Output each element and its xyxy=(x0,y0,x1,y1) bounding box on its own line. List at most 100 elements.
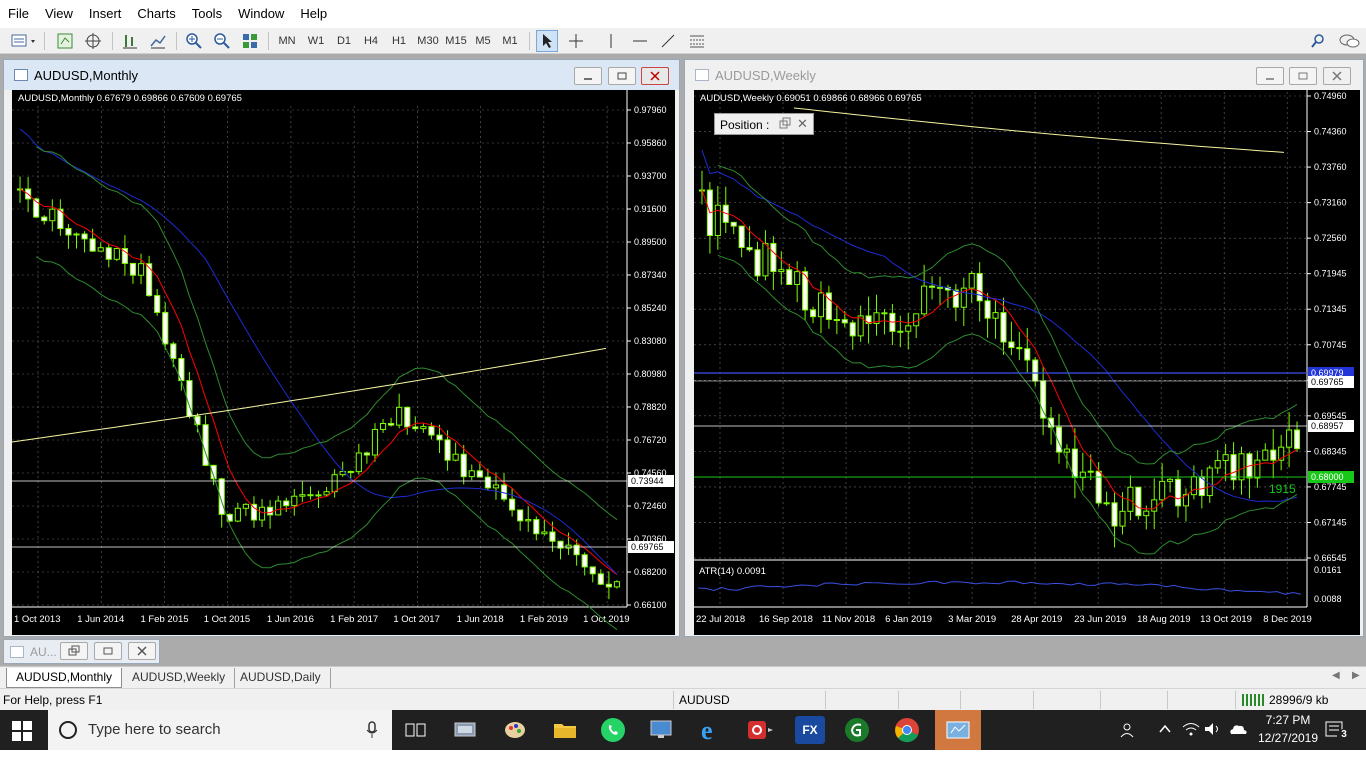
vertical-line-icon[interactable] xyxy=(600,30,622,52)
people-icon[interactable] xyxy=(1120,722,1136,741)
chart-window-monthly[interactable]: AUDUSD,Monthly 0.97960 0.95860 0.93700 0.91… xyxy=(3,59,680,637)
close-panel-icon[interactable]: ✕ xyxy=(797,116,808,132)
microphone-icon[interactable] xyxy=(366,721,378,742)
timeframe-h4[interactable]: H4 xyxy=(360,30,382,52)
new-chart-icon[interactable] xyxy=(8,30,38,52)
task-view-icon[interactable] xyxy=(402,716,430,744)
paint-icon[interactable] xyxy=(501,716,529,744)
profiles-icon[interactable] xyxy=(54,30,76,52)
menu-window[interactable]: Window xyxy=(230,0,292,28)
close-button[interactable] xyxy=(1323,67,1351,85)
bar-chart-icon[interactable] xyxy=(119,30,141,52)
search-icon[interactable] xyxy=(1307,30,1329,52)
chart-plot-weekly[interactable]: 0.74960 0.74360 0.73760 0.73160 0.72560 0.719… xyxy=(694,90,1360,635)
window-titlebar[interactable]: AUDUSD,Weekly xyxy=(685,60,1363,90)
menu-help[interactable]: Help xyxy=(292,0,335,28)
candle-body xyxy=(738,225,745,249)
window-titlebar[interactable]: AUDUSD,Monthly xyxy=(4,60,679,90)
network-drive-icon[interactable] xyxy=(452,716,480,744)
candle-body xyxy=(509,498,516,511)
bid-label: 0.69765 xyxy=(1311,377,1344,387)
candle-body xyxy=(1167,478,1174,482)
minimize-button[interactable] xyxy=(574,67,602,85)
timeframe-w1[interactable]: W1 xyxy=(305,30,327,52)
green-app-icon[interactable] xyxy=(843,716,871,744)
candle-body xyxy=(1254,459,1261,479)
candle-body xyxy=(299,494,306,497)
restore-button[interactable] xyxy=(1289,67,1317,85)
menu-file[interactable]: File xyxy=(0,0,37,28)
menu-view[interactable]: View xyxy=(37,0,81,28)
menu-charts[interactable]: Charts xyxy=(129,0,183,28)
whatsapp-icon[interactable] xyxy=(599,716,627,744)
tab-audusd-monthly[interactable]: AUDUSD,Monthly xyxy=(6,668,123,688)
remote-desktop-icon[interactable] xyxy=(648,716,676,744)
timeframe-h1[interactable]: H1 xyxy=(388,30,410,52)
file-explorer-icon[interactable] xyxy=(551,716,579,744)
chat-icon[interactable] xyxy=(1336,30,1362,52)
menu-tools[interactable]: Tools xyxy=(184,0,230,28)
clock-date[interactable]: 12/27/2019 xyxy=(1252,731,1324,745)
cursor-icon[interactable] xyxy=(536,30,558,52)
trendline-icon[interactable] xyxy=(657,30,679,52)
zoom-in-icon[interactable] xyxy=(183,30,205,52)
position-panel[interactable]: Position : ✕ xyxy=(714,113,814,135)
maximize-button[interactable] xyxy=(94,642,122,660)
chart-tabs: AUDUSD,Monthly AUDUSD,Weekly AUDUSD,Dail… xyxy=(0,666,1366,688)
minimized-window[interactable]: AU... xyxy=(3,639,160,664)
candle-body xyxy=(73,233,80,236)
tab-audusd-daily[interactable]: AUDUSD,Daily xyxy=(231,668,331,688)
restore-button[interactable] xyxy=(608,67,636,85)
timeframe-m1[interactable]: M1 xyxy=(499,30,521,52)
timeframe-m5[interactable]: M5 xyxy=(472,30,494,52)
onedrive-icon[interactable] xyxy=(1228,722,1248,739)
minimize-button[interactable] xyxy=(1256,67,1284,85)
close-button[interactable] xyxy=(128,642,156,660)
candle-body xyxy=(1103,502,1110,505)
chrome-icon[interactable] xyxy=(893,716,921,744)
metatrader-taskbar-icon[interactable] xyxy=(935,710,981,750)
status-symbol: AUDUSD xyxy=(679,693,730,707)
internet-explorer-icon[interactable]: e xyxy=(697,716,725,744)
clock-time[interactable]: 7:27 PM xyxy=(1260,713,1316,727)
horizontal-line-icon[interactable] xyxy=(629,30,651,52)
bollinger-band-lower xyxy=(35,256,618,631)
position-panel-title: Position : xyxy=(720,118,770,132)
tab-audusd-weekly[interactable]: AUDUSD,Weekly xyxy=(123,668,236,688)
price-label: 0.74360 xyxy=(1314,127,1347,137)
fxchoice-app-icon[interactable]: FX xyxy=(795,716,825,744)
candle-body xyxy=(929,285,936,288)
candle-body xyxy=(778,269,785,273)
date-label: 11 Nov 2018 xyxy=(822,614,875,625)
chart-window-icon xyxy=(10,646,24,658)
timeframe-mn[interactable]: MN xyxy=(276,30,298,52)
candle-body xyxy=(41,216,48,222)
tab-scroll-right-icon[interactable]: ▶ xyxy=(1352,670,1360,681)
close-button[interactable] xyxy=(641,67,669,85)
crosshair-move-icon[interactable] xyxy=(82,30,104,52)
crosshair-icon[interactable] xyxy=(565,30,587,52)
taskbar-search[interactable]: Type here to search xyxy=(48,710,392,750)
tab-scroll-left-icon[interactable]: ◀ xyxy=(1332,670,1340,681)
volume-icon[interactable] xyxy=(1204,721,1222,740)
chart-plot-monthly[interactable]: 0.97960 0.95860 0.93700 0.91600 0.89500 0.873… xyxy=(12,90,675,635)
timeframe-m15[interactable]: M15 xyxy=(443,30,469,52)
line-chart-icon[interactable] xyxy=(147,30,169,52)
menu-insert[interactable]: Insert xyxy=(81,0,130,28)
atr-line xyxy=(697,580,1302,595)
candle-body xyxy=(905,325,912,332)
chevron-up-icon[interactable] xyxy=(1158,722,1172,739)
timeframe-d1[interactable]: D1 xyxy=(333,30,355,52)
zoom-out-icon[interactable] xyxy=(211,30,233,52)
chart-window-icon xyxy=(14,69,28,81)
candle-body xyxy=(1143,510,1150,517)
windows-start-icon[interactable] xyxy=(12,721,32,744)
chart-window-weekly[interactable]: AUDUSD,Weekly 0.74960 0.74360 0.73760 0.731… xyxy=(684,59,1364,637)
wifi-icon[interactable] xyxy=(1182,721,1200,740)
tile-windows-icon[interactable] xyxy=(239,30,261,52)
recorder-icon[interactable] xyxy=(746,716,774,744)
timeframe-m30[interactable]: M30 xyxy=(415,30,441,52)
date-label: 1 Feb 2017 xyxy=(330,614,378,625)
restore-button[interactable] xyxy=(60,642,88,660)
fibonacci-icon[interactable] xyxy=(686,30,708,52)
